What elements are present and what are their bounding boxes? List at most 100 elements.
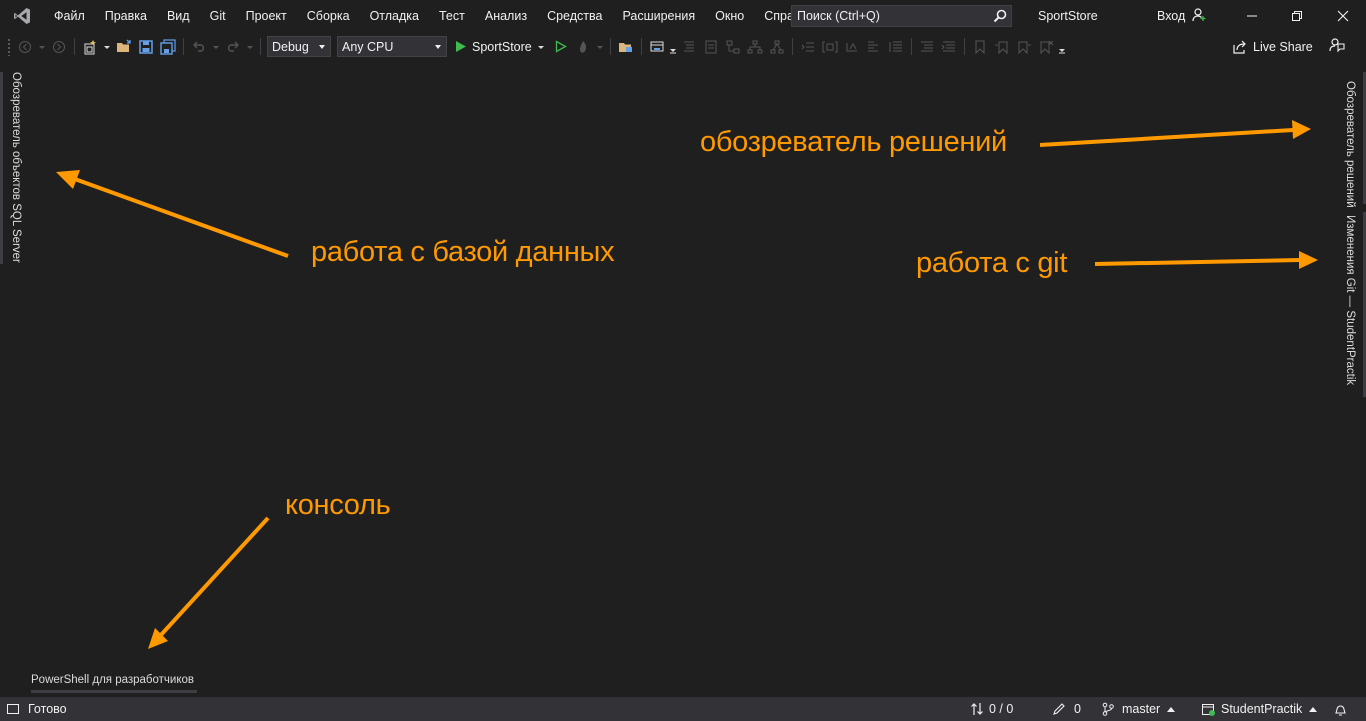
menu-extensions[interactable]: Расширения xyxy=(612,0,705,32)
menu-debug[interactable]: Отладка xyxy=(360,0,429,32)
title-bar: Файл Правка Вид Git Проект Сборка Отладк… xyxy=(0,0,1366,32)
git-branch-name: master xyxy=(1122,702,1161,716)
toolbar-overflow-icon[interactable] xyxy=(669,37,677,57)
arrow-to-console xyxy=(158,516,270,638)
solution-name: SportStore xyxy=(1038,9,1098,23)
start-debugging-button[interactable]: SportStore xyxy=(455,40,545,54)
undo-icon[interactable] xyxy=(189,37,209,57)
outline-icon[interactable] xyxy=(679,37,699,57)
clear-bookmarks-icon[interactable] xyxy=(1036,37,1056,57)
redo-icon[interactable] xyxy=(223,37,243,57)
account-icon[interactable] xyxy=(1191,7,1207,26)
caret-up-icon xyxy=(1309,706,1318,712)
menu-tools[interactable]: Средства xyxy=(537,0,612,32)
toolbar-separator xyxy=(791,38,793,55)
git-sync-button[interactable]: 0 / 0 xyxy=(970,697,1013,721)
comment-icon[interactable] xyxy=(917,37,937,57)
sync-arrows-icon xyxy=(971,703,983,715)
annotation-arrows xyxy=(56,120,1318,649)
arrow-to-solution-explorer xyxy=(1039,128,1294,147)
save-icon[interactable] xyxy=(136,37,156,57)
class-view-icon[interactable] xyxy=(723,37,743,57)
git-branch-button[interactable]: master xyxy=(1101,697,1176,721)
browser-link-icon[interactable] xyxy=(647,37,667,57)
indent-icon[interactable] xyxy=(798,37,818,57)
navigate-forward-icon[interactable] xyxy=(49,37,69,57)
menu-git[interactable]: Git xyxy=(200,0,236,32)
save-all-icon[interactable] xyxy=(158,37,178,57)
output-window-button[interactable]: Готово xyxy=(6,697,67,721)
restore-button[interactable] xyxy=(1274,0,1320,32)
pending-changes-button[interactable]: 0 xyxy=(1052,697,1081,721)
open-in-file-explorer-icon[interactable] xyxy=(616,37,636,57)
document-icon[interactable] xyxy=(701,37,721,57)
hierarchy-icon[interactable] xyxy=(745,37,765,57)
next-bookmark-icon[interactable] xyxy=(1014,37,1034,57)
menu-window[interactable]: Окно xyxy=(705,0,754,32)
menu-file[interactable]: Файл xyxy=(44,0,95,32)
search-icon[interactable] xyxy=(989,6,1011,26)
arrow-to-git-changes xyxy=(1094,258,1301,266)
minimize-button[interactable] xyxy=(1229,0,1275,32)
arrow-to-sql-explorer xyxy=(71,176,289,258)
parameter-info-icon[interactable] xyxy=(842,37,862,57)
signin-area[interactable]: Вход xyxy=(1157,0,1207,32)
navigate-back-dropdown-icon[interactable] xyxy=(37,37,47,57)
menu-edit[interactable]: Правка xyxy=(95,0,157,32)
menu-view[interactable]: Вид xyxy=(157,0,200,32)
hot-reload-dropdown-icon[interactable] xyxy=(595,37,605,57)
close-button[interactable] xyxy=(1320,0,1366,32)
toolbar-separator xyxy=(260,38,261,55)
solution-explorer-tab[interactable]: Обозреватель решений xyxy=(1342,81,1358,208)
sql-server-object-explorer-tab[interactable]: Обозреватель объектов SQL Server xyxy=(8,72,24,263)
output-window-icon xyxy=(7,704,19,714)
start-target-label: SportStore xyxy=(472,39,532,54)
chevron-down-icon xyxy=(435,45,441,49)
notifications-button[interactable] xyxy=(1333,697,1348,721)
git-changes-tab[interactable]: Изменения Git — StudentPractik xyxy=(1342,215,1358,385)
left-tab-marker xyxy=(0,72,3,264)
bottom-tab-marker xyxy=(31,690,197,693)
menu-test[interactable]: Тест xyxy=(429,0,475,32)
repository-icon xyxy=(1202,703,1215,716)
menu-build[interactable]: Сборка xyxy=(297,0,360,32)
open-folder-icon[interactable] xyxy=(114,37,134,57)
list-members-icon[interactable] xyxy=(886,37,906,57)
new-project-icon[interactable] xyxy=(80,37,100,57)
start-without-debugging-icon[interactable] xyxy=(551,37,571,57)
quick-info-icon[interactable] xyxy=(820,37,840,57)
developer-powershell-tab[interactable]: PowerShell для разработчиков xyxy=(31,670,194,692)
status-bar: Готово 0 / 0 0 master StudentPractik xyxy=(0,697,1366,721)
bookmark-icon[interactable] xyxy=(970,37,990,57)
visual-studio-logo-icon[interactable] xyxy=(0,0,44,32)
toolbar-grip[interactable] xyxy=(7,37,11,56)
dependency-graph-icon[interactable] xyxy=(767,37,787,57)
complete-word-icon[interactable] xyxy=(864,37,884,57)
feedback-icon[interactable] xyxy=(1328,36,1346,59)
arrowhead-git-changes xyxy=(1299,251,1318,269)
toolbar-separator xyxy=(183,38,184,55)
arrowhead-console xyxy=(148,628,168,649)
navigate-back-icon[interactable] xyxy=(15,37,35,57)
new-project-dropdown-icon[interactable] xyxy=(102,37,112,57)
solution-configuration-select[interactable]: Debug xyxy=(267,36,331,57)
toolbar-separator xyxy=(609,38,611,55)
git-repository-button[interactable]: StudentPractik xyxy=(1201,697,1318,721)
live-share-icon xyxy=(1233,40,1246,54)
live-share-label: Live Share xyxy=(1253,39,1313,54)
menu-project[interactable]: Проект xyxy=(236,0,297,32)
undo-dropdown-icon[interactable] xyxy=(211,37,221,57)
search-input[interactable] xyxy=(792,9,989,23)
redo-dropdown-icon[interactable] xyxy=(245,37,255,57)
hot-reload-icon[interactable] xyxy=(573,37,593,57)
previous-bookmark-icon[interactable] xyxy=(992,37,1012,57)
caret-up-icon xyxy=(1167,706,1176,712)
standard-toolbar: Debug Any CPU SportStore Live Share xyxy=(0,32,1366,61)
solution-platform-select[interactable]: Any CPU xyxy=(337,36,447,57)
menu-analyze[interactable]: Анализ xyxy=(475,0,537,32)
annotation-solution-explorer: обозреватель решений xyxy=(700,126,1007,158)
toolbar-overflow-icon[interactable] xyxy=(1058,37,1066,57)
signin-label[interactable]: Вход xyxy=(1157,9,1185,23)
live-share-button[interactable]: Live Share xyxy=(1232,32,1313,61)
uncomment-icon[interactable] xyxy=(939,37,959,57)
